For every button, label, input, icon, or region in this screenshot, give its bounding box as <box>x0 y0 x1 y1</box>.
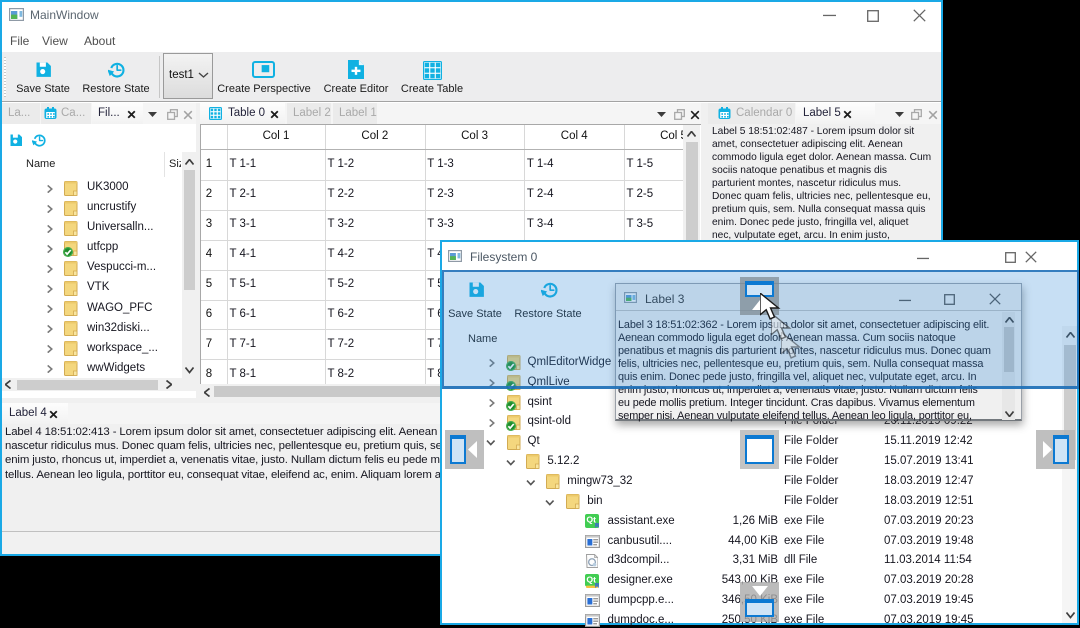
svg-text:Qt: Qt <box>586 515 596 525</box>
svg-text:Qt: Qt <box>586 575 596 585</box>
